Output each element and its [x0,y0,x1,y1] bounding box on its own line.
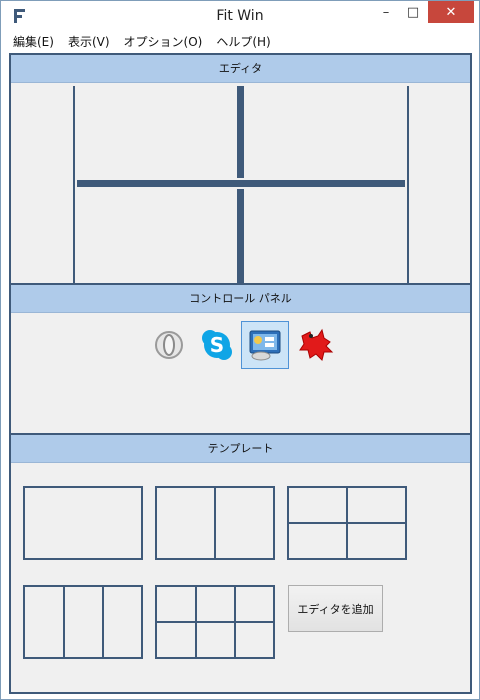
template-divider [102,587,104,657]
maximize-icon: □ [406,4,420,20]
opera-icon [155,331,183,359]
menu-bar: 編集(E) 表示(V) オプション(O) ヘルプ(H) [1,32,479,52]
main-client-area: エディタ コントロール パネル S テンプレート エディタを追加 [9,53,472,694]
editor-split-handle-top[interactable] [237,86,244,178]
template-divider [157,621,273,623]
editor-left-border [73,86,75,283]
template-two-columns[interactable] [155,486,275,560]
control-panel-icon [249,330,281,361]
template-three-columns[interactable] [23,585,143,659]
svg-text:S: S [210,333,224,357]
app-red-creature[interactable] [291,321,339,369]
menu-options[interactable]: オプション(O) [117,32,210,52]
editor-split-handle-horizontal[interactable] [77,180,405,187]
template-single[interactable] [23,486,143,560]
menu-view[interactable]: 表示(V) [61,32,117,52]
control-panel-header: コントロール パネル [11,285,470,313]
editor-section: エディタ [11,55,470,284]
editor-split-handle-bottom[interactable] [237,189,244,283]
app-opera[interactable] [145,321,193,369]
app-control-panel[interactable] [241,321,289,369]
editor-header: エディタ [11,55,470,83]
minimize-button[interactable]: – [373,1,399,23]
control-panel-section: コントロール パネル S [11,285,470,433]
template-six-grid[interactable] [155,585,275,659]
menu-edit[interactable]: 編集(E) [6,32,61,52]
template-divider [63,587,65,657]
title-bar[interactable]: Fit Win – □ ✕ [1,1,479,32]
template-divider [214,488,216,558]
app-skype[interactable]: S [193,321,241,369]
skype-icon: S [202,330,232,360]
app-window: Fit Win – □ ✕ 編集(E) 表示(V) オプション(O) ヘルプ(H… [0,0,480,700]
templates-header: テンプレート [11,435,470,463]
template-divider [289,522,405,524]
template-four-grid[interactable] [287,486,407,560]
add-editor-button[interactable]: エディタを追加 [288,585,383,632]
minimize-icon: – [382,4,390,20]
red-creature-icon [299,328,334,361]
close-icon: ✕ [445,4,457,20]
menu-help[interactable]: ヘルプ(H) [209,32,277,52]
editor-right-border [407,86,409,283]
maximize-button[interactable]: □ [399,1,427,23]
control-panel-apps: S [11,321,470,371]
close-button[interactable]: ✕ [428,1,474,23]
editor-canvas[interactable] [11,84,470,283]
